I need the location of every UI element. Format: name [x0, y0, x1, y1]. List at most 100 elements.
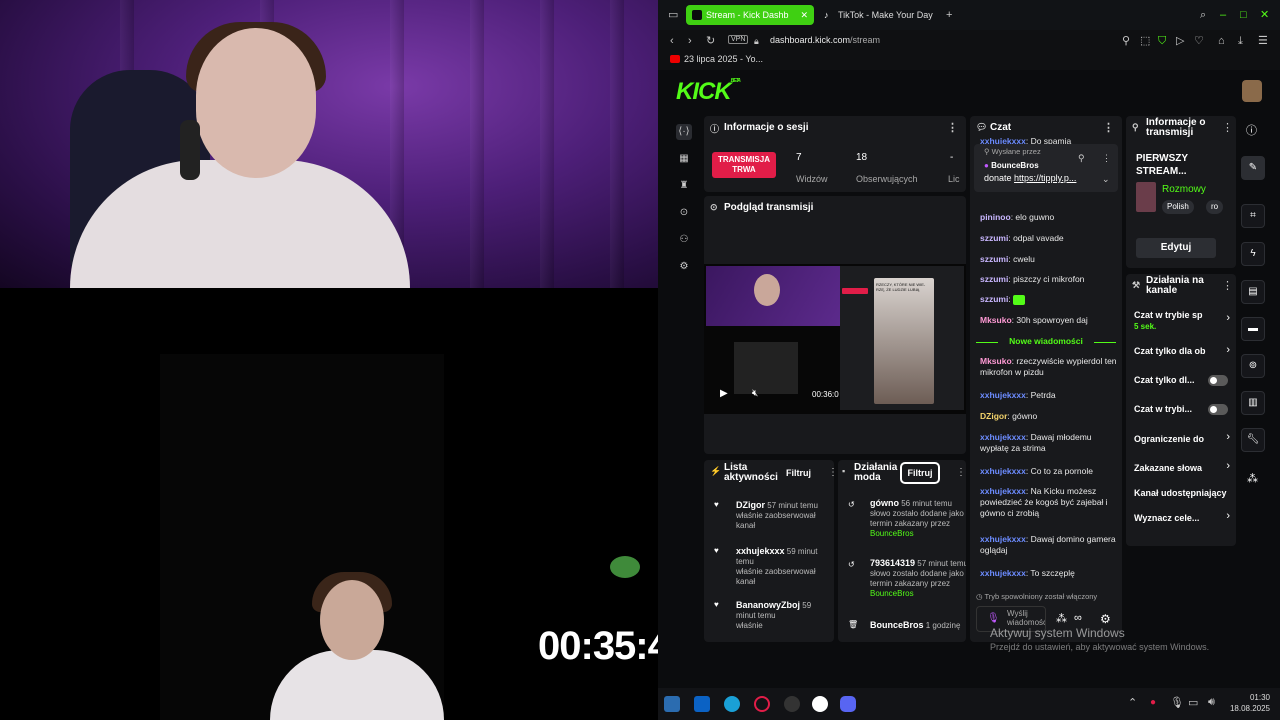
emote-picker-icon[interactable]: ⁂: [1056, 612, 1067, 625]
viewers-label: Widzów: [796, 174, 828, 184]
close-tab-icon[interactable]: ✕: [800, 5, 808, 25]
users-nav-icon[interactable]: ⚇: [676, 232, 692, 248]
maximize-icon[interactable]: □: [1240, 9, 1247, 21]
settings-nav-icon[interactable]: ⚙: [676, 259, 692, 275]
edit-icon[interactable]: ✎: [1241, 156, 1265, 180]
action-emote-only[interactable]: Czat w trybi...: [1134, 404, 1210, 415]
subscribers-only-toggle[interactable]: [1208, 375, 1228, 386]
tab-kick-dashboard[interactable]: Stream - Kick Dashb ✕: [686, 5, 814, 25]
opera-icon[interactable]: [754, 696, 770, 712]
action-restriction[interactable]: Ograniczenie do: [1134, 434, 1232, 445]
action-banned-words[interactable]: Zakazane słowa: [1134, 463, 1232, 474]
snapshot-icon[interactable]: ⬚: [1140, 35, 1150, 47]
play-icon[interactable]: ▷: [1176, 35, 1184, 47]
close-window-icon[interactable]: ✕: [1260, 9, 1269, 21]
clip-icon[interactable]: ⌗: [1241, 204, 1265, 228]
user-avatar[interactable]: [1242, 80, 1262, 102]
search-icon[interactable]: ⌕: [1200, 9, 1206, 21]
kick-favicon-icon: [692, 10, 702, 20]
edit-button[interactable]: Edytuj: [1136, 238, 1216, 258]
emote-only-toggle[interactable]: [1208, 404, 1228, 415]
chat-message: xxhujekxxx: Na Kicku możesz powiedzieć ż…: [980, 486, 1108, 518]
bookmark-item[interactable]: 23 lipca 2025 - Yo...: [684, 54, 763, 64]
heart-icon[interactable]: ♡: [1194, 35, 1204, 47]
download-icon[interactable]: ⤓: [1238, 35, 1243, 47]
followers-label: Obserwujących: [856, 174, 918, 184]
layout-icon[interactable]: ▥: [1241, 391, 1265, 415]
activity-item: ♥ DZigor 57 minut temu właśnie zaobserwowa…: [714, 500, 818, 530]
document-icon[interactable]: ▤: [1241, 280, 1265, 304]
chat-bubble-icon[interactable]: ▬: [1241, 317, 1265, 341]
chevron-right-icon[interactable]: ›: [1226, 344, 1230, 356]
trophy-nav-icon[interactable]: ♜: [676, 178, 692, 194]
reload-icon[interactable]: ↻: [706, 35, 715, 47]
outlook-icon[interactable]: [694, 696, 710, 712]
wallet-icon[interactable]: ⌂: [1218, 35, 1225, 47]
chevron-right-icon[interactable]: ›: [1226, 460, 1230, 472]
more-icon[interactable]: ⋮: [1222, 121, 1233, 134]
chat-message: Mksuko: rzeczywiście wypierdol ten mikro…: [980, 356, 1117, 377]
shield-icon[interactable]: ⛉: [1158, 35, 1166, 47]
extra-label: Lic: [948, 174, 960, 184]
app-icon[interactable]: [812, 696, 828, 712]
new-tab-icon[interactable]: +: [946, 9, 952, 21]
edge-icon[interactable]: [724, 696, 740, 712]
settings-icon[interactable]: ⚙: [1100, 612, 1111, 626]
more-icon[interactable]: ⋮: [1103, 121, 1114, 134]
sidebar-toggle-icon[interactable]: ▭: [668, 9, 678, 21]
camera-nav-icon[interactable]: ⊙: [676, 205, 692, 221]
forward-icon[interactable]: ›: [688, 35, 692, 47]
discord-icon[interactable]: [840, 696, 856, 712]
obs-icon[interactable]: [784, 696, 800, 712]
action-subscribers-only[interactable]: Czat tylko dl...: [1134, 375, 1210, 386]
broadcast-icon[interactable]: ⊚: [1241, 354, 1265, 378]
volume-icon[interactable]: 🔊︎: [1208, 696, 1215, 709]
minimize-icon[interactable]: –: [1220, 9, 1226, 21]
more-icon[interactable]: ⋮: [1222, 279, 1233, 292]
kick-logo[interactable]: KICKBETA: [676, 78, 741, 106]
bolt-icon[interactable]: ϟ: [1241, 242, 1265, 266]
action-host-channel[interactable]: Kanał udostępniający: [1134, 488, 1236, 499]
chevron-right-icon[interactable]: ›: [1226, 510, 1230, 522]
wrench-icon[interactable]: 🔧︎: [1241, 428, 1265, 452]
chevron-right-icon[interactable]: ›: [1226, 431, 1230, 443]
chevron-down-icon[interactable]: ⌄: [1102, 174, 1110, 185]
info-icon[interactable]: ⓘ: [1246, 122, 1257, 138]
tag-chip[interactable]: ro: [1206, 200, 1224, 214]
tag-chip[interactable]: Polish: [1162, 200, 1194, 214]
tab-tiktok[interactable]: ♪ TikTok - Make Your Day: [818, 5, 948, 25]
display-tray-icon[interactable]: ▭: [1188, 696, 1198, 709]
more-icon[interactable]: ⋮: [956, 467, 966, 478]
action-set-goals[interactable]: Wyznacz cele...: [1134, 513, 1232, 524]
chevron-up-icon[interactable]: ⌃: [1128, 696, 1137, 709]
menu-icon[interactable]: ☰: [1258, 35, 1268, 47]
category-name[interactable]: Rozmowy: [1162, 184, 1206, 195]
clock[interactable]: 01:30 18.08.2025: [1228, 692, 1270, 714]
more-icon[interactable]: ⋮: [828, 467, 834, 478]
pin-icon[interactable]: ⚲: [1122, 35, 1130, 47]
stream-preview-header: ⊙ Podgląd transmisji: [710, 202, 814, 213]
activity-filter-button[interactable]: Filtruj: [786, 468, 811, 478]
start-icon[interactable]: [664, 696, 680, 712]
action-slow-mode[interactable]: Czat w trybie sp 5 sek.: [1134, 310, 1232, 332]
action-followers-only[interactable]: Czat tylko dla ob: [1134, 346, 1232, 357]
link-icon[interactable]: ∞: [1074, 612, 1082, 624]
vpn-badge[interactable]: VPN: [728, 35, 749, 44]
tray-icon[interactable]: ●: [1150, 697, 1156, 708]
url-field[interactable]: dashboard.kick.com/stream: [770, 35, 880, 45]
stream-nav-icon[interactable]: ⟨·⟩: [676, 124, 692, 140]
microphone-icon[interactable]: 🎙︎: [987, 613, 1000, 624]
pin-icon[interactable]: ⚲: [1078, 153, 1085, 164]
more-icon[interactable]: ⋮: [947, 121, 958, 134]
dashboard-nav-icon[interactable]: ▦: [676, 151, 692, 167]
mod-filter-button[interactable]: Filtruj: [900, 462, 940, 484]
mic-tray-icon[interactable]: 🎙︎: [1170, 696, 1184, 709]
mute-icon[interactable]: 🔇︎: [752, 388, 758, 399]
chevron-right-icon[interactable]: ›: [1226, 312, 1230, 324]
preview-video[interactable]: RZECZY, KTÓRE NIE WIE-RZĘ, ŻE LUDZIE LUB…: [704, 264, 966, 414]
more-icon[interactable]: ⋮: [1102, 153, 1111, 164]
play-icon[interactable]: ▶: [720, 388, 728, 399]
pinned-message[interactable]: ⚲ Wysłane przez ● BounceBros donate http…: [974, 144, 1118, 192]
apps-icon[interactable]: ⁂: [1247, 472, 1258, 485]
back-icon[interactable]: ‹: [670, 35, 674, 47]
